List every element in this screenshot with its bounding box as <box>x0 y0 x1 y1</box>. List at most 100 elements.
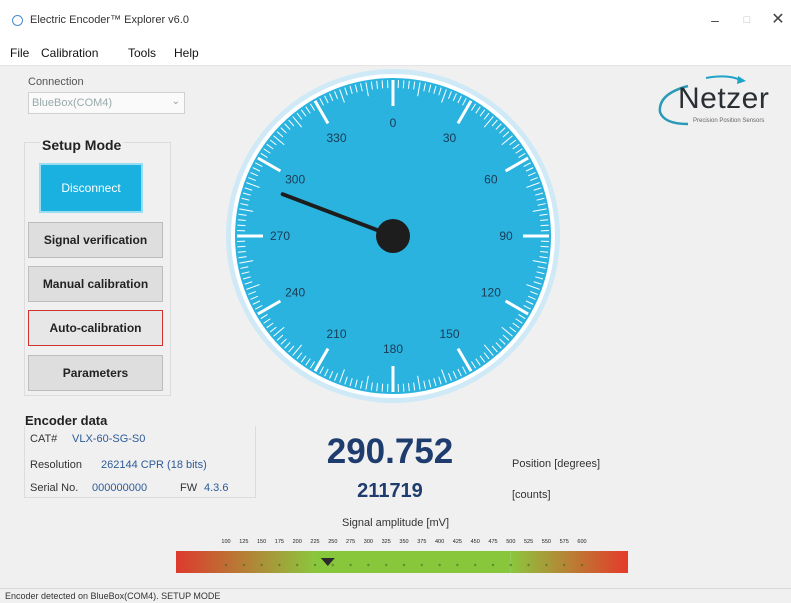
dial-minor-tick <box>402 383 405 392</box>
amplitude-tick-label: 575 <box>560 539 569 545</box>
amplitude-tick-label: 125 <box>239 539 248 545</box>
amplitude-tick-label: 225 <box>310 539 319 545</box>
dial-label: 150 <box>439 327 459 341</box>
serial-label: Serial No. <box>30 482 79 494</box>
amplitude-scale-dot <box>242 563 245 567</box>
cat-label: CAT# <box>30 433 58 445</box>
amplitude-bar <box>176 551 628 573</box>
signal-amplitude-meter: 100 125 150 175 200 225 250 275 300 325 350 375 400 4… <box>176 539 628 573</box>
signal-verification-button[interactable]: Signal verification <box>28 222 163 258</box>
amplitude-tick-label: 200 <box>293 539 302 545</box>
dial-minor-tick <box>540 224 549 227</box>
amplitude-scale-dot <box>402 563 406 567</box>
resolution-label: Resolution <box>30 459 82 471</box>
amplitude-scale-dot <box>509 563 512 567</box>
dial-hub <box>376 219 410 253</box>
amplitude-scale-dot <box>438 563 441 567</box>
amplitude-tick-label: 350 <box>399 539 408 545</box>
amplitude-tick-label: 375 <box>417 539 426 545</box>
amplitude-tick-label: 300 <box>364 539 373 545</box>
setup-mode-title: Setup Mode <box>40 137 124 153</box>
dial-label: 330 <box>326 131 346 145</box>
status-text: Encoder detected on BlueBox(COM4). SETUP… <box>5 591 221 601</box>
amplitude-scale-dot <box>545 563 548 567</box>
amplitude-tick-label: 600 <box>577 539 586 545</box>
menu-file[interactable]: File <box>10 46 29 60</box>
signal-amplitude-title: Signal amplitude [mV] <box>342 517 449 529</box>
connection-value: BlueBox(COM4) <box>32 97 113 109</box>
amplitude-scale-dot <box>278 563 281 567</box>
menu-help[interactable]: Help <box>174 46 199 60</box>
netzer-logo: Netzer Precision Position Sensors <box>648 72 783 132</box>
amplitude-scale-dots <box>224 563 584 567</box>
app-icon <box>12 15 23 26</box>
dial-label: 60 <box>484 173 498 187</box>
dial-label: 210 <box>326 327 346 341</box>
dial-label: 90 <box>499 229 513 243</box>
disconnect-button[interactable]: Disconnect <box>39 163 143 213</box>
dial-minor-tick <box>402 80 405 89</box>
position-unit-label: Position [degrees] <box>512 458 601 470</box>
counts-readout: 211719 <box>357 480 423 502</box>
dial-label: 0 <box>390 116 397 130</box>
title-bar: Electric Encoder™ Explorer v6.0 – □ ✕ <box>0 0 791 40</box>
amplitude-scale-dot <box>349 563 352 567</box>
amplitude-scale-dot <box>296 563 299 567</box>
amplitude-tick-label: 400 <box>435 539 444 545</box>
dial-minor-tick <box>381 383 384 392</box>
amplitude-scale-dot <box>527 563 530 567</box>
dial-label: 30 <box>443 131 457 145</box>
amplitude-tick-label: 425 <box>453 539 462 545</box>
parameters-button[interactable]: Parameters <box>28 355 163 391</box>
fw-label: FW <box>180 482 198 494</box>
amplitude-scale-dot <box>420 563 423 567</box>
amplitude-tick-label: 450 <box>471 539 480 545</box>
fw-value: 4.3.6 <box>204 482 229 494</box>
amplitude-tick-label: 100 <box>221 539 230 545</box>
position-dial: 0 30 60 90 120 150 180 210 240 270 300 330 <box>226 69 560 403</box>
dial-label: 120 <box>481 286 501 300</box>
counts-unit-label: [counts] <box>512 489 551 501</box>
amplitude-scale-dot <box>367 563 370 567</box>
amplitude-scale-dot <box>474 563 477 567</box>
menu-calibration[interactable]: Calibration <box>41 46 98 60</box>
dial-label: 180 <box>383 342 403 356</box>
close-button[interactable]: ✕ <box>760 8 791 32</box>
minimize-button[interactable]: – <box>697 8 733 32</box>
dial-minor-tick <box>540 245 549 248</box>
menu-tools[interactable]: Tools <box>128 46 156 60</box>
manual-calibration-button[interactable]: Manual calibration <box>28 266 163 302</box>
dial-label: 270 <box>270 229 290 243</box>
connection-select[interactable]: BlueBox(COM4) ⌄ <box>28 92 185 114</box>
amplitude-scale-dot <box>580 563 584 567</box>
amplitude-tick-label: 500 <box>506 539 515 545</box>
amplitude-good-zone <box>315 551 511 573</box>
resolution-value: 262144 CPR (18 bits) <box>101 459 207 471</box>
dial-label: 240 <box>285 286 305 300</box>
amplitude-tick-label: 250 <box>328 539 337 545</box>
amplitude-tick-label: 175 <box>275 539 284 545</box>
amplitude-tick-label: 275 <box>346 539 355 545</box>
amplitude-scale-dot <box>224 563 228 567</box>
dial-minor-tick <box>381 80 384 89</box>
amplitude-scale-dot <box>456 563 459 567</box>
chevron-down-icon: ⌄ <box>171 96 180 107</box>
amplitude-scale-dot <box>563 563 566 567</box>
cat-value: VLX-60-SG-S0 <box>72 433 146 445</box>
amplitude-tick-label: 475 <box>488 539 497 545</box>
dial-label: 300 <box>285 173 305 187</box>
amplitude-low-zone <box>176 551 315 573</box>
window-title: Electric Encoder™ Explorer v6.0 <box>30 14 189 26</box>
logo-tagline: Precision Position Sensors <box>693 118 765 124</box>
amplitude-scale-dot <box>491 563 495 567</box>
connection-label: Connection <box>28 76 84 88</box>
position-readout: 290.752 <box>326 432 454 471</box>
dial-minor-tick <box>237 224 246 227</box>
auto-calibration-button[interactable]: Auto-calibration <box>28 310 163 346</box>
status-bar: Encoder detected on BlueBox(COM4). SETUP… <box>0 588 791 603</box>
menu-bar: File Calibration Tools Help <box>0 40 791 66</box>
amplitude-tick-labels: 100 125 150 175 200 225 250 275 300 325 350 375 400 4… <box>221 539 586 545</box>
amplitude-tick-label: 150 <box>257 539 266 545</box>
amplitude-tick-label: 525 <box>524 539 533 545</box>
serial-value: 000000000 <box>92 482 148 494</box>
